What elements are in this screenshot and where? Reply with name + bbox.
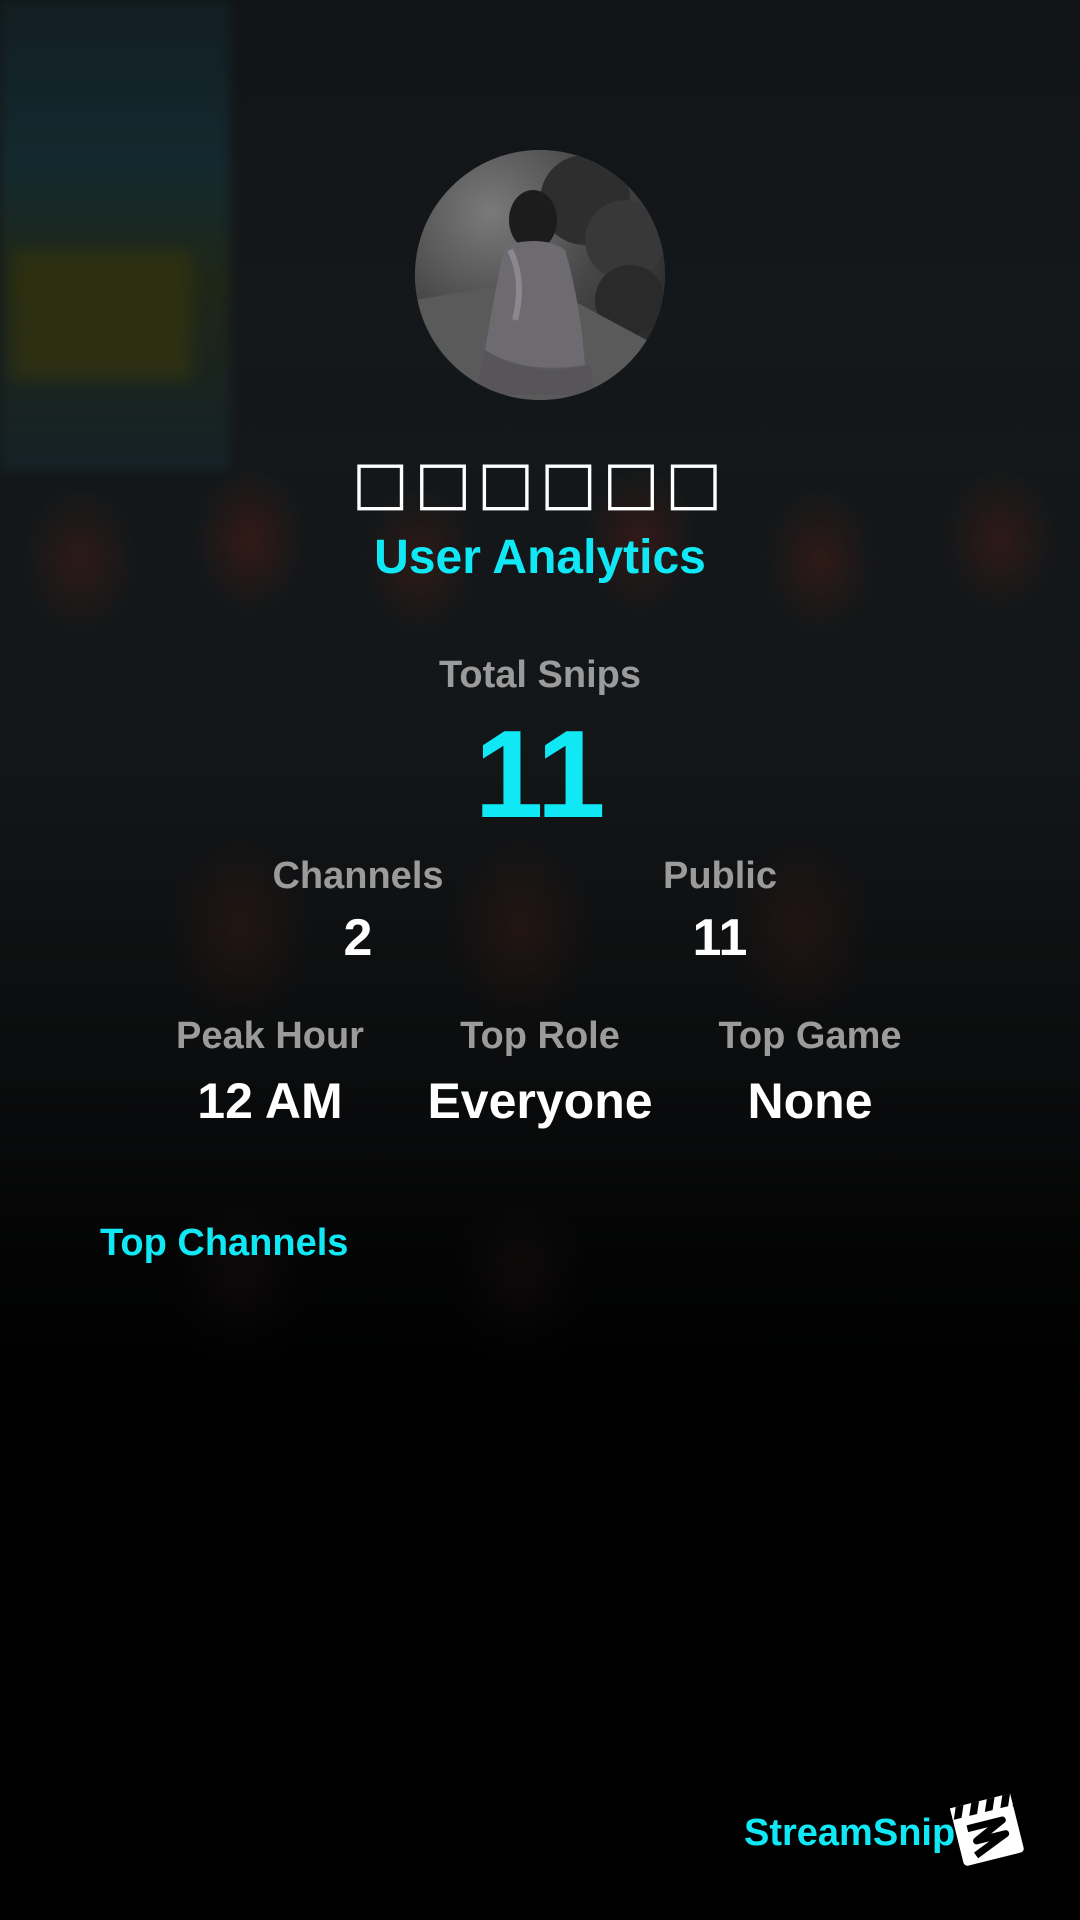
channels-label: Channels xyxy=(272,855,444,897)
avatar xyxy=(415,150,665,400)
public-label: Public xyxy=(662,855,778,897)
clapperboard-icon xyxy=(948,1790,1026,1868)
peak-hour-label: Peak Hour xyxy=(176,1015,364,1057)
top-game-label: Top Game xyxy=(718,1015,902,1057)
content-layer: □□□□□□ User Analytics Total Snips 11 Cha… xyxy=(0,0,1080,1920)
top-game-value: None xyxy=(747,1073,873,1129)
peak-hour-value: 12 AM xyxy=(197,1073,343,1129)
total-snips-label: Total Snips xyxy=(439,654,641,696)
stat-channels: Channels 2 xyxy=(218,855,498,968)
brand-name: StreamSnip xyxy=(744,1812,956,1854)
stat-top-role: Top Role Everyone xyxy=(400,1015,680,1130)
channels-value: 2 xyxy=(343,909,373,967)
page-title: User Analytics xyxy=(374,531,706,584)
username: □□□□□□ xyxy=(351,448,729,518)
stat-public: Public 11 xyxy=(580,855,860,968)
avatar-photo xyxy=(415,150,665,400)
public-value: 11 xyxy=(692,909,748,967)
top-role-value: Everyone xyxy=(427,1073,653,1129)
stat-peak-hour: Peak Hour 12 AM xyxy=(140,1015,400,1130)
top-role-label: Top Role xyxy=(460,1015,620,1057)
top-channels-heading: Top Channels xyxy=(100,1222,349,1264)
analytics-card: □□□□□□ User Analytics Total Snips 11 Cha… xyxy=(0,0,1080,1920)
total-snips-value: 11 xyxy=(474,706,606,844)
stat-top-game: Top Game None xyxy=(680,1015,940,1130)
clapperboard-icon xyxy=(949,1793,1024,1866)
